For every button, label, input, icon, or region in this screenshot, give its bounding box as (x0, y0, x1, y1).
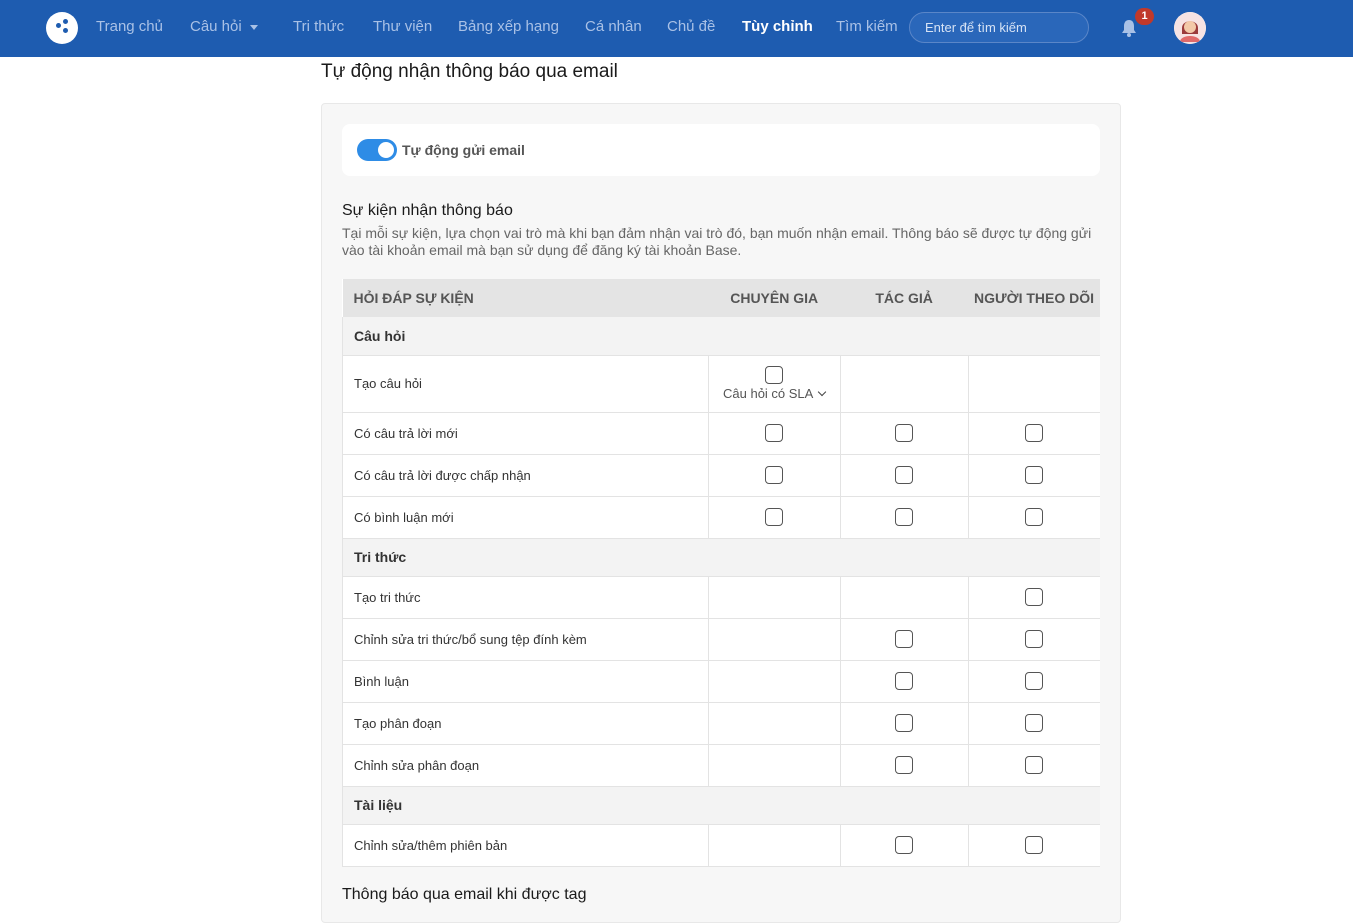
chevron-down-icon (249, 24, 258, 30)
chevron-down-icon (818, 387, 827, 397)
nav-item-questions-label: Câu hỏi (190, 18, 242, 35)
group-label: Tài liệu (342, 786, 1100, 825)
author-checkbox[interactable] (895, 424, 914, 442)
row-label: Bình luận (342, 660, 709, 703)
nav-item-knowledge[interactable]: Tri thức (293, 18, 344, 35)
app-logo-icon[interactable] (46, 12, 78, 44)
follower-checkbox[interactable] (1025, 508, 1044, 526)
row-label: Chỉnh sửa phân đoạn (342, 744, 709, 787)
expert-checkbox[interactable] (765, 508, 784, 526)
search-input[interactable] (909, 12, 1089, 43)
group-label: Tri thức (342, 538, 1100, 577)
auto-email-toggle-label: Tự động gửi email (402, 142, 525, 158)
header-follower: NGƯỜI THEO DÕI (968, 279, 1100, 317)
table-row: Chỉnh sửa/thêm phiên bản (342, 824, 1100, 867)
follower-checkbox[interactable] (1025, 756, 1044, 774)
row-label: Có câu trả lời mới (342, 412, 709, 455)
expert-checkbox[interactable] (765, 424, 784, 442)
toggle-knob (378, 142, 394, 158)
expert-checkbox[interactable] (765, 366, 784, 384)
author-checkbox[interactable] (895, 630, 914, 648)
top-navbar: Trang chủ Câu hỏi Tri thức Thư viện Bảng… (0, 0, 1353, 57)
follower-checkbox[interactable] (1025, 714, 1044, 732)
nav-item-library[interactable]: Thư viện (373, 18, 432, 35)
table-row: Tạo câu hỏi Câu hỏi có SLA (342, 355, 1100, 413)
sla-dropdown-label: Câu hỏi có SLA (723, 386, 814, 401)
row-label: Chỉnh sửa tri thức/bổ sung tệp đính kèm (342, 618, 709, 661)
table-row: Tạo phân đoạn (342, 702, 1100, 745)
nav-item-customize[interactable]: Tùy chỉnh (742, 18, 813, 35)
table-header-row: HỎI ĐÁP SỰ KIỆN CHUYÊN GIA TÁC GIẢ NGƯỜI… (342, 279, 1100, 317)
events-section-title: Sự kiện nhận thông báo (342, 202, 513, 219)
follower-checkbox[interactable] (1025, 588, 1044, 606)
nav-item-search[interactable]: Tìm kiếm (836, 18, 898, 35)
row-label: Có câu trả lời được chấp nhận (342, 454, 709, 497)
events-table: HỎI ĐÁP SỰ KIỆN CHUYÊN GIA TÁC GIẢ NGƯỜI… (342, 279, 1100, 867)
page-title: Tự động nhận thông báo qua email (321, 61, 618, 82)
follower-checkbox[interactable] (1025, 424, 1044, 442)
nav-item-questions[interactable]: Câu hỏi (190, 18, 258, 35)
avatar[interactable] (1174, 12, 1206, 44)
header-author: TÁC GIẢ (840, 279, 969, 317)
nav-item-topics[interactable]: Chủ đề (667, 18, 715, 35)
table-row: Bình luận (342, 660, 1100, 703)
author-checkbox[interactable] (895, 756, 914, 774)
nav-item-home[interactable]: Trang chủ (96, 18, 163, 35)
sla-dropdown[interactable]: Câu hỏi có SLA (709, 386, 840, 401)
expert-checkbox[interactable] (765, 466, 784, 484)
group-label: Câu hỏi (342, 317, 1100, 356)
author-checkbox[interactable] (895, 672, 914, 690)
header-expert: CHUYÊN GIA (708, 279, 841, 317)
tag-section-title: Thông báo qua email khi được tag (342, 886, 587, 903)
nav-item-leaderboard[interactable]: Bảng xếp hạng (458, 18, 559, 35)
table-row: Chỉnh sửa tri thức/bổ sung tệp đính kèm (342, 618, 1100, 661)
author-checkbox[interactable] (895, 508, 914, 526)
row-label: Chỉnh sửa/thêm phiên bản (342, 824, 709, 867)
group-row-knowledge: Tri thức (342, 538, 1100, 577)
group-row-questions: Câu hỏi (342, 317, 1100, 356)
row-label: Tạo tri thức (342, 576, 709, 619)
notification-badge: 1 (1135, 8, 1154, 25)
table-row: Chỉnh sửa phân đoạn (342, 744, 1100, 787)
events-section-description: Tại mỗi sự kiện, lựa chọn vai trò mà khi… (342, 225, 1092, 258)
author-checkbox[interactable] (895, 466, 914, 484)
row-label: Có bình luận mới (342, 496, 709, 539)
header-event: HỎI ĐÁP SỰ KIỆN (342, 279, 709, 317)
author-checkbox[interactable] (895, 836, 914, 854)
table-row: Có câu trả lời được chấp nhận (342, 454, 1100, 497)
follower-checkbox[interactable] (1025, 672, 1044, 690)
table-row: Có bình luận mới (342, 496, 1100, 539)
user-avatar-icon (1174, 12, 1206, 44)
follower-checkbox[interactable] (1025, 630, 1044, 648)
group-row-documents: Tài liệu (342, 786, 1100, 825)
row-label: Tạo phân đoạn (342, 702, 709, 745)
table-row: Có câu trả lời mới (342, 412, 1100, 455)
table-row: Tạo tri thức (342, 576, 1100, 619)
auto-email-toggle[interactable] (357, 139, 397, 161)
follower-checkbox[interactable] (1025, 466, 1044, 484)
row-label: Tạo câu hỏi (342, 355, 709, 413)
author-checkbox[interactable] (895, 714, 914, 732)
nav-item-personal[interactable]: Cá nhân (585, 18, 642, 35)
follower-checkbox[interactable] (1025, 836, 1044, 854)
